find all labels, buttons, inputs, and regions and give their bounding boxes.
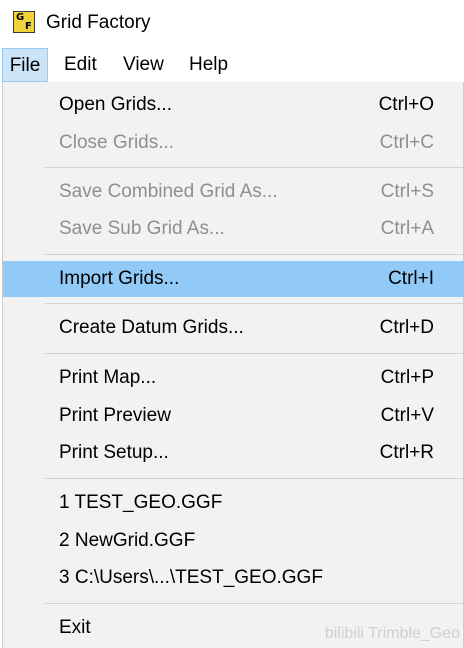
menu-item-label: Import Grids... (59, 268, 180, 289)
menu-item-recent-file-2[interactable]: 2 NewGrid.GGF (3, 523, 464, 559)
menu-item-print-setup[interactable]: Print Setup... Ctrl+R (3, 435, 464, 471)
menu-item-shortcut: Ctrl+V (380, 405, 434, 426)
title-bar: G F Grid Factory (0, 0, 464, 46)
menu-item-label: Print Preview (59, 405, 171, 426)
menu-item-shortcut: Ctrl+R (379, 442, 434, 463)
menu-separator (45, 303, 463, 304)
menu-separator (45, 254, 463, 255)
menu-item-import-grids[interactable]: Import Grids... Ctrl+I (3, 261, 464, 297)
menu-item-save-sub-grid-as[interactable]: Save Sub Grid As... Ctrl+A (3, 211, 464, 247)
menu-item-shortcut: Ctrl+P (380, 367, 434, 388)
menu-item-shortcut: Ctrl+I (388, 268, 434, 289)
menu-item-label: Save Combined Grid As... (59, 181, 278, 202)
menu-separator (45, 353, 463, 354)
menu-item-label: Save Sub Grid As... (59, 218, 225, 239)
menu-separator (45, 167, 463, 168)
menu-item-recent-file-1[interactable]: 1 TEST_GEO.GGF (3, 485, 464, 521)
menu-item-label: 2 NewGrid.GGF (59, 530, 196, 551)
menu-edit[interactable]: Edit (64, 48, 97, 82)
menu-item-recent-file-3[interactable]: 3 C:\Users\...\TEST_GEO.GGF (3, 560, 464, 596)
menu-item-shortcut: Ctrl+D (379, 317, 434, 338)
menu-item-label: 3 C:\Users\...\TEST_GEO.GGF (59, 567, 323, 588)
menu-item-save-combined-grid-as[interactable]: Save Combined Grid As... Ctrl+S (3, 174, 464, 210)
menu-item-shortcut: Ctrl+O (378, 94, 434, 115)
menu-item-label: Print Map... (59, 367, 157, 388)
menu-item-label: Close Grids... (59, 132, 175, 153)
menu-separator (45, 478, 463, 479)
menu-item-shortcut: Ctrl+C (379, 132, 434, 153)
menu-item-open-grids[interactable]: Open Grids... Ctrl+O (3, 87, 464, 123)
menu-item-close-grids[interactable]: Close Grids... Ctrl+C (3, 125, 464, 161)
menu-item-label: Print Setup... (59, 442, 169, 463)
menu-item-label: Create Datum Grids... (59, 317, 244, 338)
menu-view[interactable]: View (123, 48, 164, 82)
menu-item-create-datum-grids[interactable]: Create Datum Grids... Ctrl+D (3, 310, 464, 346)
menu-item-print-preview[interactable]: Print Preview Ctrl+V (3, 398, 464, 434)
menu-file[interactable]: File (2, 48, 48, 82)
app-icon-letter-g: G (16, 12, 25, 23)
window-title: Grid Factory (46, 12, 151, 33)
menu-item-shortcut: Ctrl+A (380, 218, 434, 239)
menu-item-shortcut: Ctrl+S (380, 181, 434, 202)
menu-separator (45, 603, 463, 604)
menu-help[interactable]: Help (189, 48, 228, 82)
watermark: bilibili Trimble_Geo (324, 625, 460, 642)
menu-item-print-map[interactable]: Print Map... Ctrl+P (3, 360, 464, 396)
menu-item-label: Exit (59, 617, 91, 638)
grid-factory-app-icon[interactable]: G F (13, 11, 35, 33)
menu-item-label: Open Grids... (59, 94, 172, 115)
menu-bar: File Edit View Help (0, 48, 464, 82)
app-icon-letter-f: F (25, 21, 32, 32)
file-menu-dropdown: Open Grids... Ctrl+O Close Grids... Ctrl… (2, 82, 464, 648)
menu-item-label: 1 TEST_GEO.GGF (59, 492, 223, 513)
